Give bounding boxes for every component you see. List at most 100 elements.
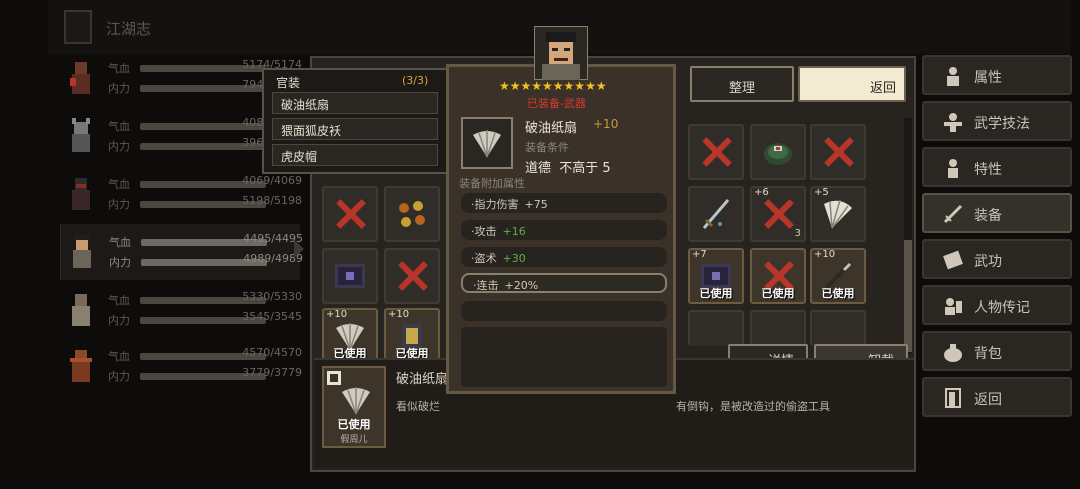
mp-value: 3545/3545: [242, 310, 302, 323]
mp-value: 4989/4989: [243, 252, 303, 265]
menu-label: 武学技法: [974, 116, 1030, 132]
inventory-slot[interactable]: +5: [810, 186, 866, 242]
locked-x-icon: [822, 136, 854, 168]
equipped-item[interactable]: 虎皮帽: [272, 144, 438, 166]
description-title: 破油纸扇: [396, 372, 449, 387]
character-row-4[interactable]: 气血 4495/4495 内力 4989/4989: [60, 224, 303, 280]
book-icon: [943, 250, 963, 270]
sword-icon: [702, 199, 730, 229]
hp-label: 气血: [108, 62, 130, 75]
inventory-slot[interactable]: [750, 310, 806, 346]
menu-label: 返回: [974, 392, 1002, 408]
requirement-value: 道德 不高于 5: [525, 161, 611, 176]
menu-biography[interactable]: 人物传记: [922, 285, 1072, 325]
bag-icon: [944, 344, 962, 362]
scrollbar-thumb[interactable]: [904, 240, 912, 352]
locked-x-icon: [700, 136, 732, 168]
attr-value: +75: [524, 198, 548, 211]
description-text-left: 看似破烂: [396, 400, 440, 413]
used-badge: 已使用: [699, 287, 733, 300]
character-row-3[interactable]: 气血 4069/4069 内力 5198/5198: [60, 166, 302, 222]
character-row-5[interactable]: 气血 5330/5330 内力 3545/3545: [60, 282, 302, 338]
inventory-slot[interactable]: +10 已使用: [322, 308, 378, 364]
back-button[interactable]: 返回: [798, 66, 906, 102]
hp-label: 气血: [108, 294, 130, 307]
inventory-slot[interactable]: [688, 186, 744, 242]
fan-icon: [473, 130, 501, 158]
menu-label: 属性: [974, 70, 1002, 86]
equipped-item[interactable]: 破油纸扇: [272, 92, 438, 114]
character-portrait-icon: [72, 178, 90, 210]
rarity-stars: ★★★★★★★★★★: [499, 79, 607, 93]
attr-name: ·盗术: [471, 252, 497, 265]
chest-icon: [335, 264, 365, 288]
menu-backpack[interactable]: 背包: [922, 331, 1072, 371]
equipped-title: 官装: [276, 76, 301, 90]
menu-label: 装备: [974, 208, 1002, 224]
attr-row: ·攻击 +16: [461, 220, 667, 240]
mp-label: 内力: [108, 314, 130, 327]
inventory-slot[interactable]: [810, 310, 866, 346]
mp-label: 内力: [108, 198, 130, 211]
attr-row: ·指力伤害 +75: [461, 193, 667, 213]
attr-row-selected: ·连击 +20%: [461, 273, 667, 293]
menu-label: 背包: [974, 346, 1002, 362]
menu-traits[interactable]: 特性: [922, 147, 1072, 187]
sort-button[interactable]: 整理: [690, 66, 794, 102]
hp-label: 气血: [108, 350, 130, 363]
menu-label: 人物传记: [974, 300, 1030, 316]
menu-martial-skills[interactable]: 武学技法: [922, 101, 1072, 141]
used-badge: 已使用: [337, 418, 371, 431]
selected-arrow-icon: [294, 240, 304, 258]
menu-kungfu[interactable]: 武功: [922, 239, 1072, 279]
inventory-slot[interactable]: [322, 186, 378, 242]
menu-label: 特性: [974, 162, 1002, 178]
fan-icon: [824, 199, 852, 229]
locked-x-icon: [762, 198, 794, 230]
attr-value: +30: [502, 252, 526, 265]
fan-icon: [342, 387, 370, 415]
equipped-count: (3/3): [402, 74, 429, 87]
description-text-right: 有倒钩，是被改造过的偷盗工具: [676, 400, 830, 413]
hp-label: 气血: [108, 120, 130, 133]
inventory-slot[interactable]: +10 已使用: [384, 308, 440, 364]
attr-value: +16: [502, 225, 526, 238]
attr-row: ·盗术 +30: [461, 247, 667, 267]
hp-label: 气血: [109, 236, 131, 249]
item-tooltip: ★★★★★★★★★★ 已装备-武器 破油纸扇 +10 装备条件 道德 不高于 5…: [446, 64, 676, 394]
tooltip-item-plus: +10: [593, 117, 619, 131]
hp-value: 5330/5330: [242, 290, 302, 303]
hp-value: 4495/4495: [243, 232, 303, 245]
inventory-slot[interactable]: [750, 124, 806, 180]
menu-equipment[interactable]: 装备: [922, 193, 1072, 233]
sword-icon: [943, 204, 963, 224]
inventory-slot[interactable]: [810, 124, 866, 180]
equipped-list-popup: 官装 (3/3) 破油纸扇 猥面狐皮袄 虎皮帽: [262, 68, 448, 174]
door-icon: [945, 388, 961, 408]
inventory-slot[interactable]: 已使用: [750, 248, 806, 304]
requirement-label: 装备条件: [525, 141, 569, 154]
inventory-slot[interactable]: [384, 248, 440, 304]
menu-label: 武功: [974, 254, 1002, 270]
inventory-slot[interactable]: +10 已使用: [810, 248, 866, 304]
inventory-slot[interactable]: [384, 186, 440, 242]
page-title: 江湖志: [106, 20, 152, 38]
attr-row-empty: [461, 301, 667, 321]
menu-return[interactable]: 返回: [922, 377, 1072, 417]
helmet-icon: [764, 143, 792, 165]
attr-name: ·攻击: [471, 225, 497, 238]
inventory-slot[interactable]: [688, 124, 744, 180]
equip-status: 已装备-武器: [527, 97, 586, 110]
inventory-slot[interactable]: +7 已使用: [688, 248, 744, 304]
mp-label: 内力: [108, 370, 130, 383]
menu-attributes[interactable]: 属性: [922, 55, 1072, 95]
coins-icon: [399, 201, 425, 227]
character-row-6[interactable]: 气血 4570/4570 内力 3779/3779: [60, 338, 302, 394]
trait-icon: [948, 159, 958, 178]
stack-count: 3: [794, 228, 801, 239]
journal-icon: [64, 10, 92, 44]
inventory-slot[interactable]: [688, 310, 744, 346]
inventory-slot[interactable]: [322, 248, 378, 304]
inventory-slot[interactable]: +6 3: [750, 186, 806, 242]
equipped-item[interactable]: 猥面狐皮袄: [272, 118, 438, 140]
